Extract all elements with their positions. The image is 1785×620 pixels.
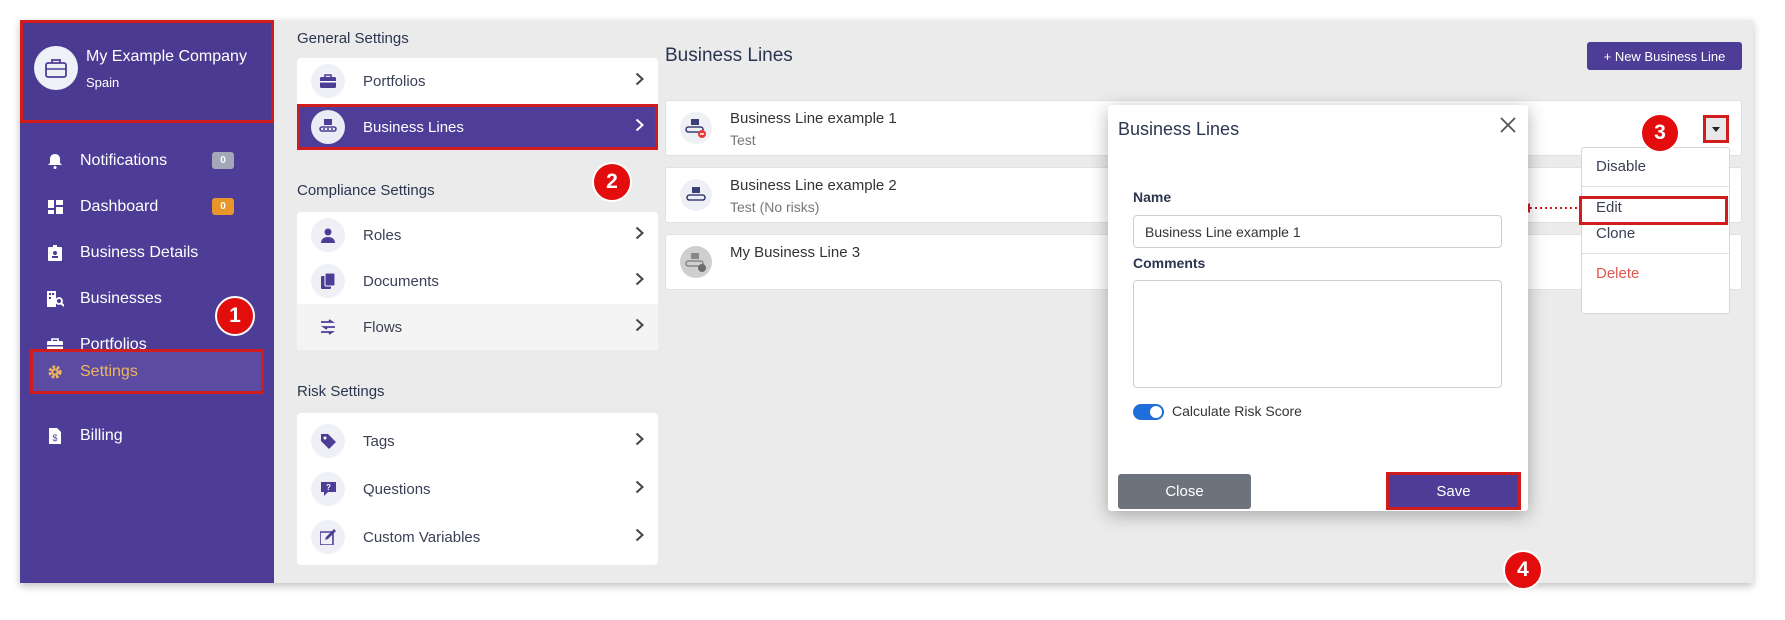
settings-item-questions[interactable]: ? Questions: [297, 465, 658, 513]
sidebar-item-label: Business Details: [80, 243, 199, 261]
business-line-modal: Business Lines Name Business Line exampl…: [1108, 105, 1528, 511]
sidebar-item-label: Dashboard: [80, 197, 159, 215]
chevron-right-icon: [635, 118, 644, 136]
chevron-right-icon: [635, 480, 644, 498]
conveyor-icon: [680, 246, 712, 278]
conveyor-icon: [311, 110, 345, 144]
toggle-label: Calculate Risk Score: [1172, 403, 1302, 419]
sidebar-item-business-details[interactable]: Business Details: [30, 230, 264, 275]
sidebar-item-label: Settings: [80, 362, 138, 380]
sidebar-item-settings[interactable]: Settings: [30, 349, 264, 394]
comments-field[interactable]: [1133, 280, 1502, 388]
settings-item-tags[interactable]: Tags: [297, 417, 658, 465]
modal-title: Business Lines: [1118, 119, 1240, 139]
settings-item-label: Roles: [363, 226, 402, 244]
menu-item-disable[interactable]: Disable: [1596, 158, 1646, 175]
svg-text:?: ?: [326, 483, 331, 492]
chevron-right-icon: [635, 226, 644, 244]
business-line-title: Business Line example 2: [730, 177, 897, 194]
settings-item-roles[interactable]: Roles: [297, 212, 658, 258]
menu-divider: [1582, 186, 1729, 187]
sidebar-item-label: Businesses: [80, 289, 162, 307]
compliance-settings-heading: Compliance Settings: [297, 182, 435, 199]
briefcase-logo-icon: [34, 46, 78, 90]
chevron-right-icon: [635, 272, 644, 290]
settings-item-label: Custom Variables: [363, 528, 481, 546]
gear-icon: [44, 364, 66, 380]
row-actions-menu: Disable Edit Clone Delete: [1579, 147, 1730, 314]
briefcase-icon: [311, 64, 345, 98]
settings-item-flows[interactable]: Flows: [297, 304, 658, 350]
settings-item-label: Tags: [363, 432, 395, 450]
svg-text:$: $: [52, 433, 57, 443]
notifications-count-badge: 0: [212, 152, 234, 169]
settings-item-portfolios[interactable]: Portfolios: [297, 58, 658, 104]
close-button[interactable]: Close: [1118, 474, 1251, 509]
general-settings-card: Portfolios Business Lines: [297, 58, 658, 150]
caret-down-icon: [1712, 126, 1720, 132]
menu-divider: [1582, 253, 1729, 254]
question-icon: ?: [311, 472, 345, 506]
conveyor-icon: [680, 112, 712, 144]
chevron-right-icon: [635, 318, 644, 336]
sidebar-item-dashboard[interactable]: Dashboard 0: [30, 184, 264, 229]
settings-item-label: Questions: [363, 480, 431, 498]
name-field[interactable]: Business Line example 1: [1133, 215, 1502, 248]
menu-item-edit[interactable]: Edit: [1596, 199, 1622, 216]
conveyor-icon: [680, 179, 712, 211]
new-business-line-button[interactable]: + New Business Line: [1587, 42, 1742, 70]
building-search-icon: [44, 290, 66, 307]
calculate-risk-score-toggle[interactable]: [1133, 404, 1164, 420]
pointer-arrow-icon: [1520, 203, 1578, 213]
edit-variable-icon: [311, 520, 345, 554]
step-marker-4: 4: [1503, 550, 1543, 590]
company-name: My Example Company: [86, 48, 247, 65]
step-marker-1: 1: [215, 296, 255, 336]
flow-icon: [311, 310, 345, 344]
comments-label: Comments: [1133, 255, 1206, 271]
settings-item-label: Documents: [363, 272, 439, 290]
business-line-title: Business Line example 1: [730, 110, 897, 127]
business-line-subtitle: Test (No risks): [730, 199, 820, 215]
sidebar-item-billing[interactable]: $ Billing: [30, 413, 264, 458]
bell-icon: [44, 153, 66, 169]
name-label: Name: [1133, 189, 1172, 205]
id-badge-icon: [44, 244, 66, 261]
business-line-title: My Business Line 3: [730, 244, 861, 261]
documents-icon: [311, 264, 345, 298]
close-icon[interactable]: [1500, 117, 1516, 138]
risk-settings-card: Tags ? Questions Custom Variables: [297, 413, 658, 565]
page-title: Business Lines: [665, 45, 793, 66]
company-switcher[interactable]: My Example Company Spain: [20, 20, 274, 123]
settings-item-custom-variables[interactable]: Custom Variables: [297, 513, 658, 561]
settings-item-business-lines[interactable]: Business Lines: [297, 104, 658, 150]
app-window: My Example Company Spain Notifications 0…: [20, 20, 1753, 583]
sidebar-item-label: Notifications: [80, 151, 168, 169]
business-line-subtitle: Test: [730, 132, 756, 148]
menu-item-clone[interactable]: Clone: [1596, 225, 1635, 242]
settings-item-label: Flows: [363, 318, 403, 336]
settings-item-label: Business Lines: [363, 118, 464, 136]
save-button[interactable]: Save: [1386, 472, 1521, 510]
dashboard-icon: [44, 199, 66, 214]
step-marker-2: 2: [592, 162, 632, 202]
tag-icon: [311, 424, 345, 458]
chevron-right-icon: [635, 72, 644, 90]
settings-item-documents[interactable]: Documents: [297, 258, 658, 304]
user-icon: [311, 218, 345, 252]
settings-item-label: Portfolios: [363, 72, 426, 90]
invoice-icon: $: [44, 427, 66, 444]
step-marker-3: 3: [1640, 113, 1680, 153]
row-actions-toggle[interactable]: [1703, 115, 1729, 143]
sidebar-item-notifications[interactable]: Notifications 0: [30, 138, 264, 183]
dashboard-count-badge: 0: [212, 198, 234, 215]
chevron-right-icon: [635, 432, 644, 450]
compliance-settings-card: Roles Documents Flows: [297, 212, 658, 350]
menu-item-delete[interactable]: Delete: [1596, 265, 1639, 282]
sidebar-item-label: Billing: [80, 426, 123, 444]
risk-settings-heading: Risk Settings: [297, 383, 385, 400]
company-country: Spain: [86, 75, 120, 90]
chevron-right-icon: [635, 528, 644, 546]
general-settings-heading: General Settings: [297, 30, 409, 47]
